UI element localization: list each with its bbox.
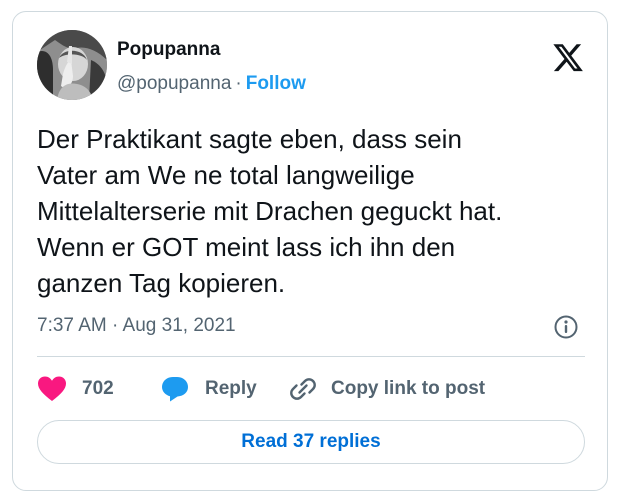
copy-link-button[interactable]: Copy link to post [289,374,485,404]
tweet-card: Popupanna @popupanna · Follow Der Praktika… [12,11,608,491]
tweet-line: Der Praktikant sagte eben, dass sein [37,124,462,154]
like-count: 702 [82,378,114,399]
display-name[interactable]: Popupanna [117,39,220,61]
avatar-photo [37,30,107,100]
tweet-line: Wenn er GOT meint lass ich ihn den [37,232,456,262]
reply-button[interactable]: Reply [161,374,257,404]
like-button[interactable]: 702 [37,374,114,404]
speech-bubble-icon [162,377,188,402]
read-replies-button[interactable]: Read 37 replies [37,420,585,464]
divider [37,356,585,357]
action-bar: 702 Reply Copy link to post [37,374,597,404]
tweet-text: Der Praktikant sagte eben, dass sein Vat… [37,121,597,301]
follow-button[interactable]: Follow [246,73,306,94]
handle-line: @popupanna · Follow [117,73,306,95]
tweet-line: Vater am We ne total langweilige [37,160,415,190]
info-icon[interactable] [553,314,579,340]
separator-dot: · [235,73,242,94]
x-logo-icon[interactable] [553,44,583,72]
tweet-timestamp[interactable]: 7:37 AM · Aug 31, 2021 [37,315,236,337]
tweet-line: Mittelalterserie mit Drachen geguckt hat… [37,196,503,226]
link-icon [290,378,316,400]
heart-icon [38,376,66,401]
avatar[interactable] [37,30,107,100]
reply-label: Reply [205,378,257,399]
copy-link-label: Copy link to post [331,378,486,399]
tweet-line: ganzen Tag kopieren. [37,268,286,298]
user-handle[interactable]: @popupanna [117,73,231,94]
